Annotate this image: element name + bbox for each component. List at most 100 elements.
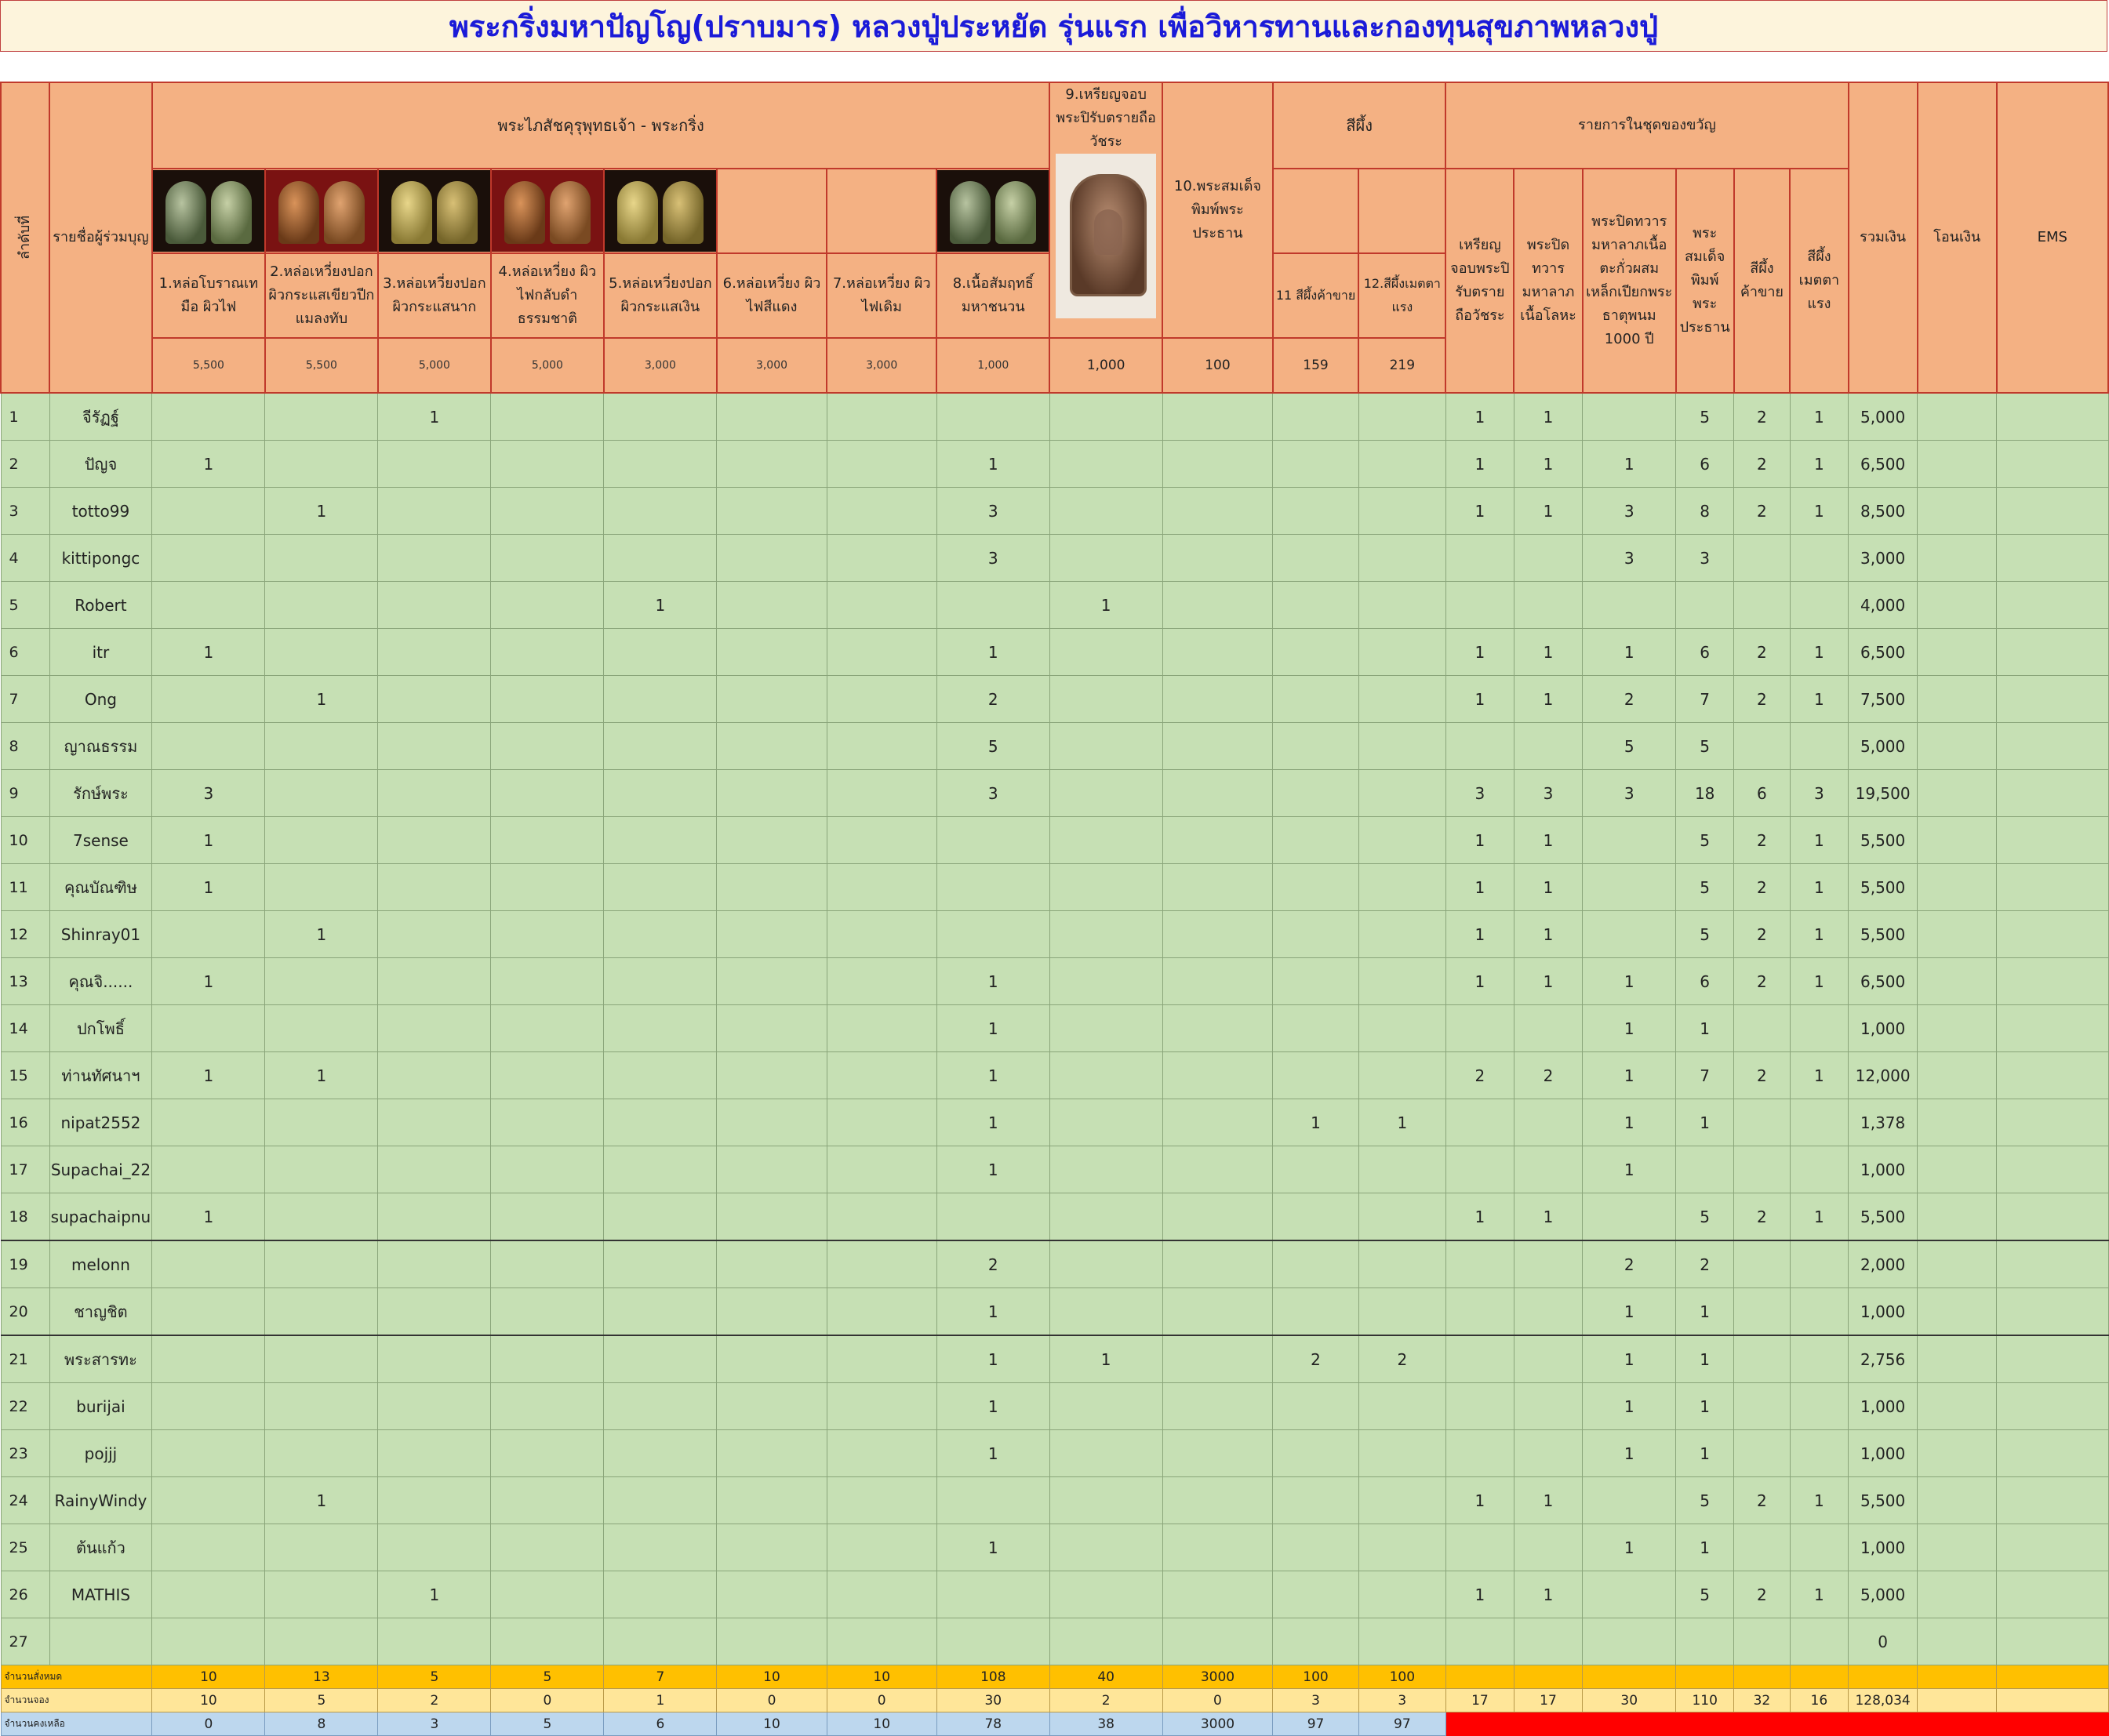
quantity-cell[interactable] bbox=[151, 1240, 266, 1288]
quantity-cell[interactable] bbox=[1162, 487, 1274, 535]
quantity-cell[interactable] bbox=[1049, 1240, 1163, 1288]
quantity-cell[interactable] bbox=[936, 581, 1050, 629]
quantity-cell[interactable] bbox=[1049, 1146, 1163, 1193]
quantity-cell[interactable] bbox=[1996, 769, 2109, 817]
quantity-cell[interactable] bbox=[1272, 581, 1359, 629]
quantity-cell[interactable]: 3 bbox=[936, 534, 1050, 582]
quantity-cell[interactable]: 2 bbox=[1733, 816, 1791, 864]
quantity-cell[interactable] bbox=[1049, 1004, 1163, 1052]
quantity-cell[interactable] bbox=[1272, 628, 1359, 676]
quantity-cell[interactable]: 1 bbox=[936, 957, 1050, 1005]
quantity-cell[interactable] bbox=[1049, 1618, 1163, 1665]
quantity-cell[interactable] bbox=[1917, 581, 1998, 629]
quantity-cell[interactable] bbox=[826, 1382, 937, 1430]
quantity-cell[interactable] bbox=[1445, 1335, 1514, 1383]
quantity-cell[interactable]: 1 bbox=[1582, 1524, 1677, 1571]
quantity-cell[interactable] bbox=[1049, 534, 1163, 582]
quantity-cell[interactable] bbox=[1789, 1618, 1849, 1665]
quantity-cell[interactable] bbox=[490, 628, 605, 676]
quantity-cell[interactable] bbox=[1358, 440, 1446, 488]
quantity-cell[interactable] bbox=[1789, 1240, 1849, 1288]
quantity-cell[interactable] bbox=[603, 487, 718, 535]
quantity-cell[interactable]: 1 bbox=[936, 1335, 1050, 1383]
quantity-cell[interactable] bbox=[1996, 392, 2109, 441]
quantity-cell[interactable] bbox=[1996, 910, 2109, 958]
quantity-cell[interactable] bbox=[1162, 1287, 1274, 1336]
quantity-cell[interactable]: 1 bbox=[936, 1099, 1050, 1146]
quantity-cell[interactable]: 6 bbox=[1733, 769, 1791, 817]
quantity-cell[interactable] bbox=[1049, 910, 1163, 958]
quantity-cell[interactable]: 1 bbox=[151, 628, 266, 676]
quantity-cell[interactable]: 1 bbox=[377, 392, 492, 441]
quantity-cell[interactable] bbox=[1917, 1335, 1998, 1383]
quantity-cell[interactable]: 1 bbox=[1789, 440, 1849, 488]
quantity-cell[interactable]: 1 bbox=[151, 1193, 266, 1241]
quantity-cell[interactable] bbox=[151, 910, 266, 958]
quantity-cell[interactable]: 1 bbox=[1445, 675, 1514, 723]
quantity-cell[interactable] bbox=[1789, 581, 1849, 629]
quantity-cell[interactable] bbox=[264, 1429, 379, 1477]
quantity-cell[interactable]: 3 bbox=[1582, 534, 1677, 582]
quantity-cell[interactable]: 3 bbox=[1445, 769, 1514, 817]
quantity-cell[interactable]: 3 bbox=[1582, 487, 1677, 535]
quantity-cell[interactable] bbox=[1272, 675, 1359, 723]
quantity-cell[interactable] bbox=[826, 816, 937, 864]
quantity-cell[interactable] bbox=[490, 816, 605, 864]
quantity-cell[interactable] bbox=[826, 769, 937, 817]
quantity-cell[interactable] bbox=[826, 392, 937, 441]
quantity-cell[interactable] bbox=[264, 534, 379, 582]
quantity-cell[interactable] bbox=[1917, 1571, 1998, 1618]
quantity-cell[interactable]: 1 bbox=[1445, 1476, 1514, 1524]
quantity-cell[interactable] bbox=[151, 1429, 266, 1477]
quantity-cell[interactable] bbox=[1049, 440, 1163, 488]
quantity-cell[interactable] bbox=[490, 534, 605, 582]
quantity-cell[interactable] bbox=[151, 581, 266, 629]
quantity-cell[interactable] bbox=[490, 1476, 605, 1524]
quantity-cell[interactable]: 19,500 bbox=[1848, 769, 1918, 817]
quantity-cell[interactable] bbox=[1358, 628, 1446, 676]
quantity-cell[interactable] bbox=[716, 769, 827, 817]
quantity-cell[interactable] bbox=[264, 769, 379, 817]
quantity-cell[interactable] bbox=[936, 1618, 1050, 1665]
quantity-cell[interactable] bbox=[603, 1429, 718, 1477]
quantity-cell[interactable] bbox=[716, 440, 827, 488]
quantity-cell[interactable] bbox=[377, 1004, 492, 1052]
quantity-cell[interactable]: 1 bbox=[1582, 1099, 1677, 1146]
quantity-cell[interactable] bbox=[1733, 1382, 1791, 1430]
quantity-cell[interactable] bbox=[1917, 1382, 1998, 1430]
quantity-cell[interactable] bbox=[1162, 863, 1274, 911]
quantity-cell[interactable] bbox=[1582, 1476, 1677, 1524]
quantity-cell[interactable] bbox=[826, 1146, 937, 1193]
quantity-cell[interactable] bbox=[603, 910, 718, 958]
quantity-cell[interactable] bbox=[716, 1429, 827, 1477]
quantity-cell[interactable]: 2 bbox=[1733, 957, 1791, 1005]
quantity-cell[interactable] bbox=[1162, 628, 1274, 676]
quantity-cell[interactable] bbox=[1582, 816, 1677, 864]
quantity-cell[interactable] bbox=[1917, 1524, 1998, 1571]
quantity-cell[interactable] bbox=[1513, 1004, 1584, 1052]
quantity-cell[interactable] bbox=[716, 816, 827, 864]
quantity-cell[interactable] bbox=[1789, 1287, 1849, 1336]
quantity-cell[interactable]: 7 bbox=[1675, 1051, 1735, 1099]
quantity-cell[interactable] bbox=[1162, 1524, 1274, 1571]
quantity-cell[interactable]: 1 bbox=[1675, 1335, 1735, 1383]
quantity-cell[interactable]: 1 bbox=[264, 1051, 379, 1099]
quantity-cell[interactable]: 1 bbox=[1445, 1193, 1514, 1241]
quantity-cell[interactable] bbox=[603, 1146, 718, 1193]
quantity-cell[interactable] bbox=[377, 1099, 492, 1146]
quantity-cell[interactable] bbox=[151, 1099, 266, 1146]
quantity-cell[interactable]: 5,500 bbox=[1848, 1193, 1918, 1241]
quantity-cell[interactable] bbox=[826, 440, 937, 488]
quantity-cell[interactable] bbox=[826, 863, 937, 911]
quantity-cell[interactable]: 5 bbox=[936, 722, 1050, 770]
quantity-cell[interactable] bbox=[490, 1051, 605, 1099]
quantity-cell[interactable] bbox=[826, 1193, 937, 1241]
quantity-cell[interactable] bbox=[1358, 863, 1446, 911]
quantity-cell[interactable] bbox=[826, 1051, 937, 1099]
quantity-cell[interactable] bbox=[1513, 722, 1584, 770]
quantity-cell[interactable] bbox=[377, 1524, 492, 1571]
quantity-cell[interactable] bbox=[151, 487, 266, 535]
quantity-cell[interactable] bbox=[1272, 1287, 1359, 1336]
quantity-cell[interactable] bbox=[490, 1618, 605, 1665]
quantity-cell[interactable] bbox=[1272, 816, 1359, 864]
